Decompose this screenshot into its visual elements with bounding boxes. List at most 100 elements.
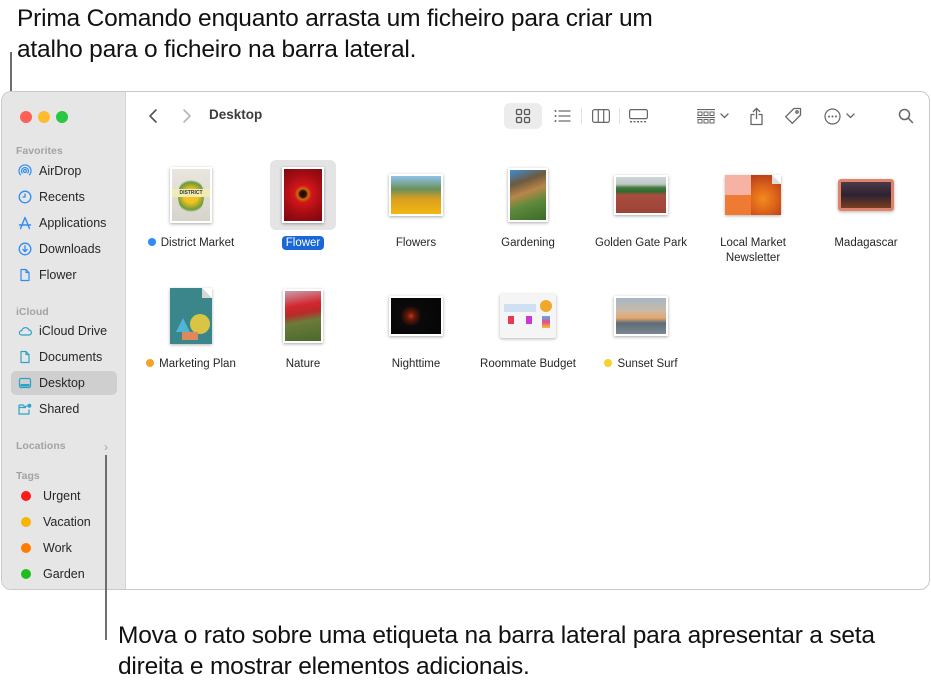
search-button[interactable] xyxy=(895,104,917,128)
zoom-button[interactable] xyxy=(56,111,68,123)
sidebar-item-shared[interactable]: Shared xyxy=(11,397,117,421)
tag-color-dot xyxy=(21,517,31,527)
tag-button[interactable] xyxy=(781,104,805,128)
cloud-icon xyxy=(18,324,32,338)
sidebar-item-label: Documents xyxy=(39,350,103,364)
sidebar-section-favorites: Favorites xyxy=(16,145,63,157)
sidebar: Favorites AirDrop Recents Applications D… xyxy=(2,92,126,589)
file-thumbnail xyxy=(725,175,781,215)
search-icon xyxy=(898,108,914,124)
sidebar-item-documents[interactable]: Documents xyxy=(11,345,117,369)
file-thumbnail xyxy=(614,175,668,215)
file-thumbnail xyxy=(500,294,556,338)
file-name: Madagascar xyxy=(834,237,898,249)
file-thumbnail xyxy=(170,288,212,344)
chevron-right-icon[interactable]: › xyxy=(104,440,108,454)
file-thumbnail xyxy=(614,296,668,336)
shared-folder-icon xyxy=(18,402,32,416)
desktop-icon xyxy=(18,376,32,390)
sidebar-item-recents[interactable]: Recents xyxy=(11,185,117,209)
tag-dot xyxy=(146,359,155,367)
sidebar-tag-vacation[interactable]: Vacation xyxy=(11,510,117,534)
grid-icon xyxy=(515,108,531,124)
sidebar-item-label: Flower xyxy=(39,268,77,282)
toolbar: Desktop xyxy=(127,92,929,140)
group-by-button[interactable] xyxy=(694,104,732,128)
file-item[interactable]: Golden Gate Park xyxy=(585,160,697,251)
sidebar-section-icloud: iCloud xyxy=(16,306,49,318)
sidebar-item-flower[interactable]: Flower xyxy=(11,263,117,287)
more-actions-button[interactable] xyxy=(819,104,859,128)
gallery-view-button[interactable] xyxy=(625,104,651,128)
sidebar-section-tags: Tags xyxy=(16,470,40,482)
file-thumbnail xyxy=(389,174,443,216)
file-item-selected[interactable]: Flower xyxy=(247,160,359,251)
group-icon xyxy=(697,108,715,123)
chevron-down-icon xyxy=(845,113,855,119)
file-item[interactable]: Sunset Surf xyxy=(585,281,697,372)
file-name: Roommate Budget xyxy=(480,358,576,370)
minimize-button[interactable] xyxy=(38,111,50,123)
sidebar-item-icloud-drive[interactable]: iCloud Drive xyxy=(11,319,117,343)
tag-color-dot xyxy=(21,543,31,553)
sidebar-tag-urgent[interactable]: Urgent xyxy=(11,484,117,508)
applications-icon xyxy=(18,216,32,230)
file-thumbnail: DISTRICT xyxy=(170,167,212,223)
file-name: Nighttime xyxy=(391,358,441,370)
file-name: Gardening xyxy=(501,237,555,249)
sidebar-item-label: Desktop xyxy=(39,376,85,390)
chevron-right-icon xyxy=(183,109,191,123)
callout-bottom: Mova o rato sobre uma etiqueta na barra … xyxy=(118,622,875,680)
sidebar-item-label: Recents xyxy=(39,190,85,204)
list-view-button[interactable] xyxy=(549,104,575,128)
sidebar-item-applications[interactable]: Applications xyxy=(11,211,117,235)
sidebar-tag-garden[interactable]: Garden xyxy=(11,562,117,586)
sidebar-item-airdrop[interactable]: AirDrop xyxy=(11,159,117,183)
sidebar-item-label: Garden xyxy=(43,567,85,581)
sidebar-section-locations[interactable]: Locations xyxy=(16,440,66,452)
file-item[interactable]: Roommate Budget xyxy=(472,281,584,372)
toolbar-divider xyxy=(619,108,620,124)
sidebar-item-label: AirDrop xyxy=(39,164,82,178)
sidebar-item-label: Applications xyxy=(39,216,107,230)
toolbar-divider xyxy=(581,108,582,124)
forward-button[interactable] xyxy=(177,104,197,128)
file-item[interactable]: Marketing Plan xyxy=(135,281,247,372)
airdrop-icon xyxy=(18,164,32,178)
document-icon xyxy=(18,350,32,364)
file-thumbnail xyxy=(283,289,323,343)
sidebar-item-label: Work xyxy=(43,541,72,555)
file-thumbnail xyxy=(838,179,894,211)
list-icon xyxy=(554,110,570,122)
close-button[interactable] xyxy=(20,111,32,123)
file-item[interactable]: DISTRICT District Market xyxy=(135,160,247,251)
document-icon xyxy=(18,268,32,282)
file-item[interactable]: Flowers xyxy=(360,160,472,251)
download-icon xyxy=(18,242,32,256)
gallery-icon xyxy=(628,109,648,123)
file-name: Golden Gate Park xyxy=(594,237,688,249)
file-item[interactable]: Nature xyxy=(247,281,359,372)
file-item[interactable]: Madagascar xyxy=(810,160,922,251)
back-button[interactable] xyxy=(143,104,163,128)
file-item[interactable]: Local Market Newsletter xyxy=(697,160,809,266)
ellipsis-circle-icon xyxy=(823,107,841,125)
share-button[interactable] xyxy=(745,104,767,128)
icon-view-button[interactable] xyxy=(504,103,542,129)
sidebar-tag-work[interactable]: Work xyxy=(11,536,117,560)
columns-icon xyxy=(592,109,610,123)
file-name: Local Market Newsletter xyxy=(720,237,786,264)
column-view-button[interactable] xyxy=(588,104,614,128)
file-item[interactable]: Nighttime xyxy=(360,281,472,372)
window-title: Desktop xyxy=(209,107,263,122)
sidebar-item-label: Urgent xyxy=(43,489,81,503)
sidebar-item-downloads[interactable]: Downloads xyxy=(11,237,117,261)
tag-dot xyxy=(147,238,156,246)
file-name[interactable]: Flower xyxy=(281,236,325,250)
file-item[interactable]: Gardening xyxy=(472,160,584,251)
sidebar-item-desktop[interactable]: Desktop xyxy=(11,371,117,395)
tag-icon xyxy=(785,107,802,124)
chevron-left-icon xyxy=(149,109,157,123)
sidebar-item-label: Vacation xyxy=(43,515,91,529)
sidebar-item-label: Shared xyxy=(39,402,80,416)
